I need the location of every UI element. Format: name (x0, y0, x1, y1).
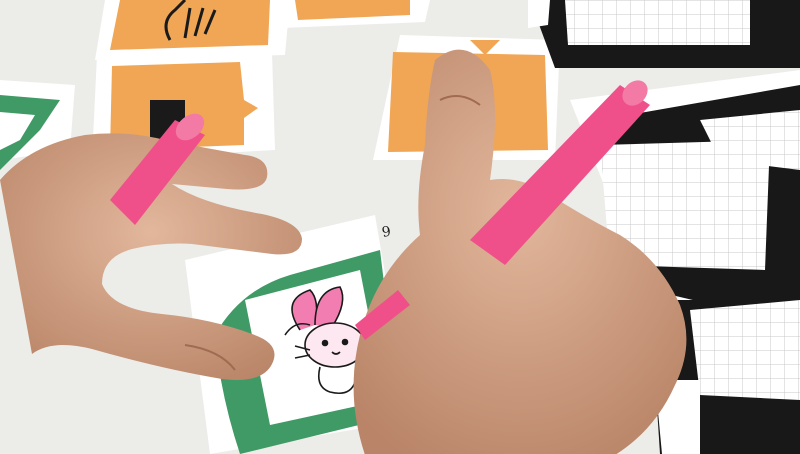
grid-card-top-right (528, 0, 800, 68)
orange-card-top-left (95, 0, 290, 60)
photo-scene: 9 (0, 0, 800, 454)
scene-illustration: 9 (0, 0, 800, 454)
